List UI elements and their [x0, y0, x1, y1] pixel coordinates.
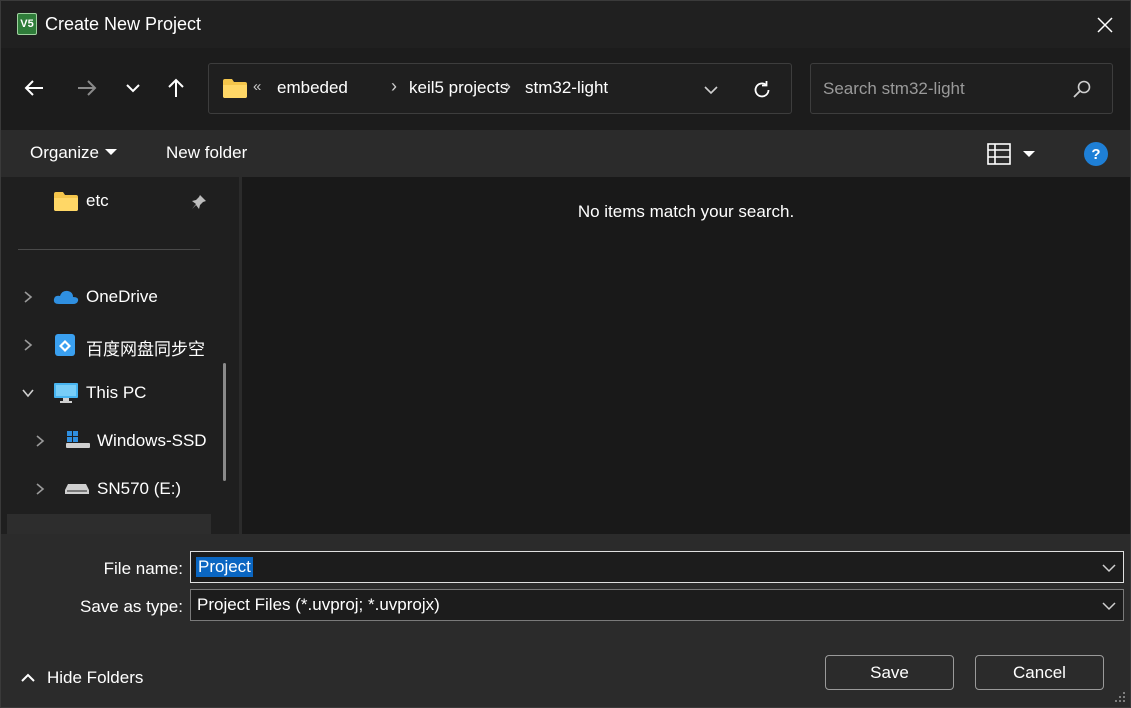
overflow-chevron[interactable]: «: [253, 78, 261, 95]
search-input[interactable]: [823, 78, 1063, 100]
title-bar: V5 Create New Project: [1, 1, 1130, 48]
keil-app-icon: V5: [17, 13, 37, 35]
back-button[interactable]: [18, 72, 50, 104]
chevron-right-icon[interactable]: [33, 434, 47, 448]
search-box[interactable]: [810, 63, 1113, 114]
nav-divider: [18, 249, 200, 250]
caret-down-icon: [1023, 151, 1035, 157]
chevron-down-icon[interactable]: [21, 386, 35, 400]
nav-label: OneDrive: [86, 287, 158, 306]
file-name-label: File name:: [103, 559, 183, 578]
nav-item-sn570[interactable]: SN570 (E:): [1, 469, 239, 509]
nav-label: Windows-SSD: [97, 431, 207, 450]
save-button[interactable]: Save: [825, 655, 954, 690]
breadcrumb-keil5-projects[interactable]: keil5 projects: [409, 78, 508, 98]
navigation-pane: etc OneDrive 百度网盘同步空 This PC Windows-SSD: [1, 177, 239, 534]
onedrive-cloud-icon: [53, 290, 79, 304]
close-icon: [1097, 16, 1113, 33]
details-view-icon: [987, 143, 1011, 165]
nav-item-onedrive[interactable]: OneDrive: [1, 277, 239, 317]
computer-icon: [54, 383, 78, 403]
chevron-down-icon: [704, 86, 718, 95]
save-form: File name: Project Save as type: Project…: [1, 534, 1130, 707]
recent-locations-button[interactable]: [117, 72, 149, 104]
nav-item-partial[interactable]: [7, 514, 211, 534]
cancel-button[interactable]: Cancel: [975, 655, 1104, 690]
close-button[interactable]: [1080, 1, 1130, 48]
nav-label: 百度网盘同步空: [86, 340, 205, 359]
folder-icon: [223, 79, 247, 98]
windows-drive-icon: [66, 431, 90, 448]
nav-item-etc[interactable]: etc: [1, 181, 239, 221]
organize-button[interactable]: Organize: [30, 143, 117, 163]
chevron-right-icon[interactable]: [21, 338, 35, 352]
file-name-value[interactable]: Project: [196, 557, 253, 577]
search-icon: [1073, 80, 1091, 98]
nav-scrollbar[interactable]: [223, 363, 226, 481]
command-toolbar: Organize New folder ?: [1, 130, 1130, 177]
up-button[interactable]: [160, 72, 192, 104]
resize-grip-icon[interactable]: [1114, 691, 1126, 703]
file-list[interactable]: No items match your search.: [242, 177, 1130, 534]
chevron-up-icon: [21, 673, 35, 682]
chevron-right-icon[interactable]: [21, 290, 35, 304]
address-dropdown-button[interactable]: [697, 76, 725, 104]
nav-item-baidu-netdisk[interactable]: 百度网盘同步空: [1, 325, 239, 365]
change-view-button[interactable]: [987, 140, 1047, 168]
breadcrumb-stm32-light[interactable]: stm32-light: [525, 78, 608, 98]
organize-label: Organize: [30, 143, 99, 162]
nav-label: SN570 (E:): [97, 479, 182, 498]
window-title: Create New Project: [45, 14, 202, 34]
save-dialog: V5 Create New Project « embeded › keil5 …: [0, 0, 1131, 708]
forward-button[interactable]: [71, 72, 103, 104]
nav-label: etc: [86, 191, 109, 210]
nav-item-this-pc[interactable]: This PC: [1, 373, 239, 413]
refresh-icon: [754, 81, 770, 98]
address-row: « embeded › keil5 projects › stm32-light: [1, 48, 1130, 130]
breadcrumb-embeded[interactable]: embeded: [277, 78, 348, 98]
save-type-select[interactable]: Project Files (*.uvproj; *.uvprojx): [190, 589, 1124, 621]
breadcrumb-separator-icon[interactable]: ›: [505, 76, 511, 97]
chevron-down-icon[interactable]: [1101, 598, 1117, 614]
drive-icon: [65, 484, 89, 494]
address-bar[interactable]: « embeded › keil5 projects › stm32-light: [208, 63, 792, 114]
refresh-button[interactable]: [747, 75, 777, 105]
empty-message: No items match your search.: [577, 202, 795, 221]
arrow-right-icon: [78, 80, 97, 96]
new-folder-button[interactable]: New folder: [166, 143, 247, 163]
save-type-label: Save as type:: [79, 597, 183, 616]
chevron-down-icon: [126, 84, 140, 93]
chevron-right-icon[interactable]: [33, 482, 47, 496]
help-button[interactable]: ?: [1084, 142, 1108, 166]
hide-folders-label: Hide Folders: [47, 668, 144, 687]
hide-folders-button[interactable]: Hide Folders: [21, 668, 143, 688]
nav-label: This PC: [86, 383, 147, 402]
pin-icon[interactable]: [191, 194, 207, 210]
save-type-value: Project Files (*.uvproj; *.uvprojx): [197, 595, 440, 614]
arrow-left-icon: [24, 80, 43, 96]
file-name-field[interactable]: Project: [190, 551, 1124, 583]
folder-icon: [54, 192, 78, 211]
arrow-up-icon: [168, 78, 184, 97]
breadcrumb-separator-icon[interactable]: ›: [391, 76, 397, 97]
caret-down-icon: [104, 148, 117, 155]
baidu-netdisk-icon: [55, 334, 75, 356]
nav-item-windows-ssd[interactable]: Windows-SSD: [1, 421, 239, 461]
chevron-down-icon[interactable]: [1101, 560, 1117, 576]
